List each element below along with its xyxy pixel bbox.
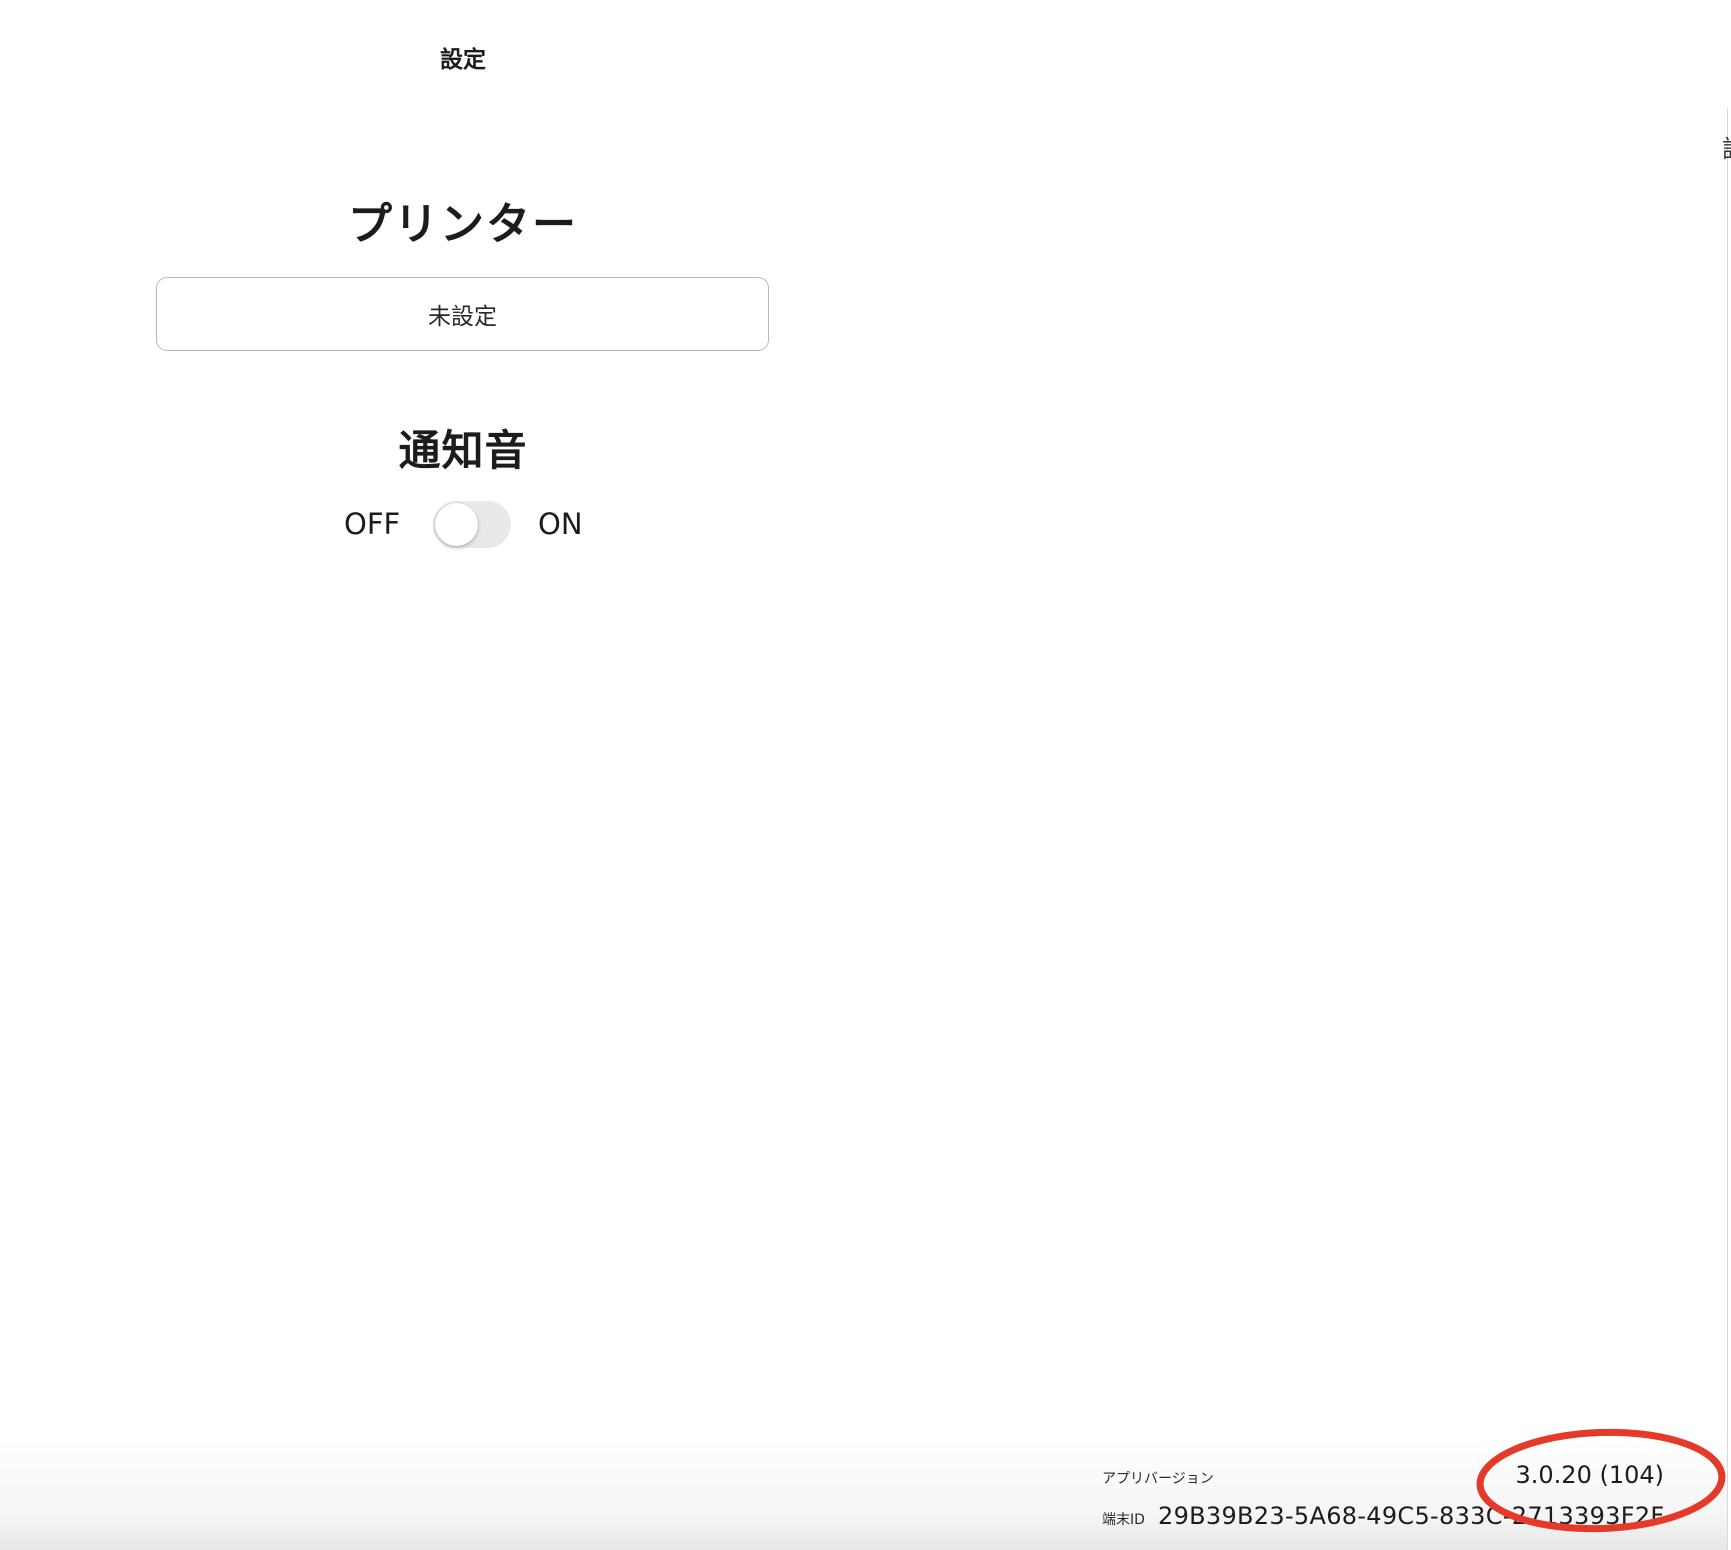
notification-sound-toggle[interactable] [433,501,511,548]
printer-button-label: 未設定 [428,304,497,330]
printer-section-title: プリンター [348,199,578,250]
clipped-edge-text: 設 [1722,136,1731,162]
toggle-on-label: ON [538,507,583,541]
app-version-value: 3.0.20 (104) [1515,1461,1665,1489]
device-id-label: 端末ID [1102,1512,1145,1528]
nav-title: 設定 [440,47,486,73]
notification-sound-section-title: 通知音 [398,426,528,475]
app-version-label: アプリバージョン [1102,1471,1214,1487]
printer-select-button[interactable]: 未設定 [156,277,769,351]
toggle-knob [435,503,478,546]
settings-screen: 設 設定 プリンター 未設定 通知音 OFF ON アプリバージョン 3.0.2… [0,0,1731,1550]
split-view-divider [1727,108,1728,1550]
toggle-off-label: OFF [344,507,401,541]
bottom-fade [0,1440,1727,1550]
device-id-value: 29B39B23-5A68-49C5-833C-2713393F2FF5 [1158,1502,1663,1530]
